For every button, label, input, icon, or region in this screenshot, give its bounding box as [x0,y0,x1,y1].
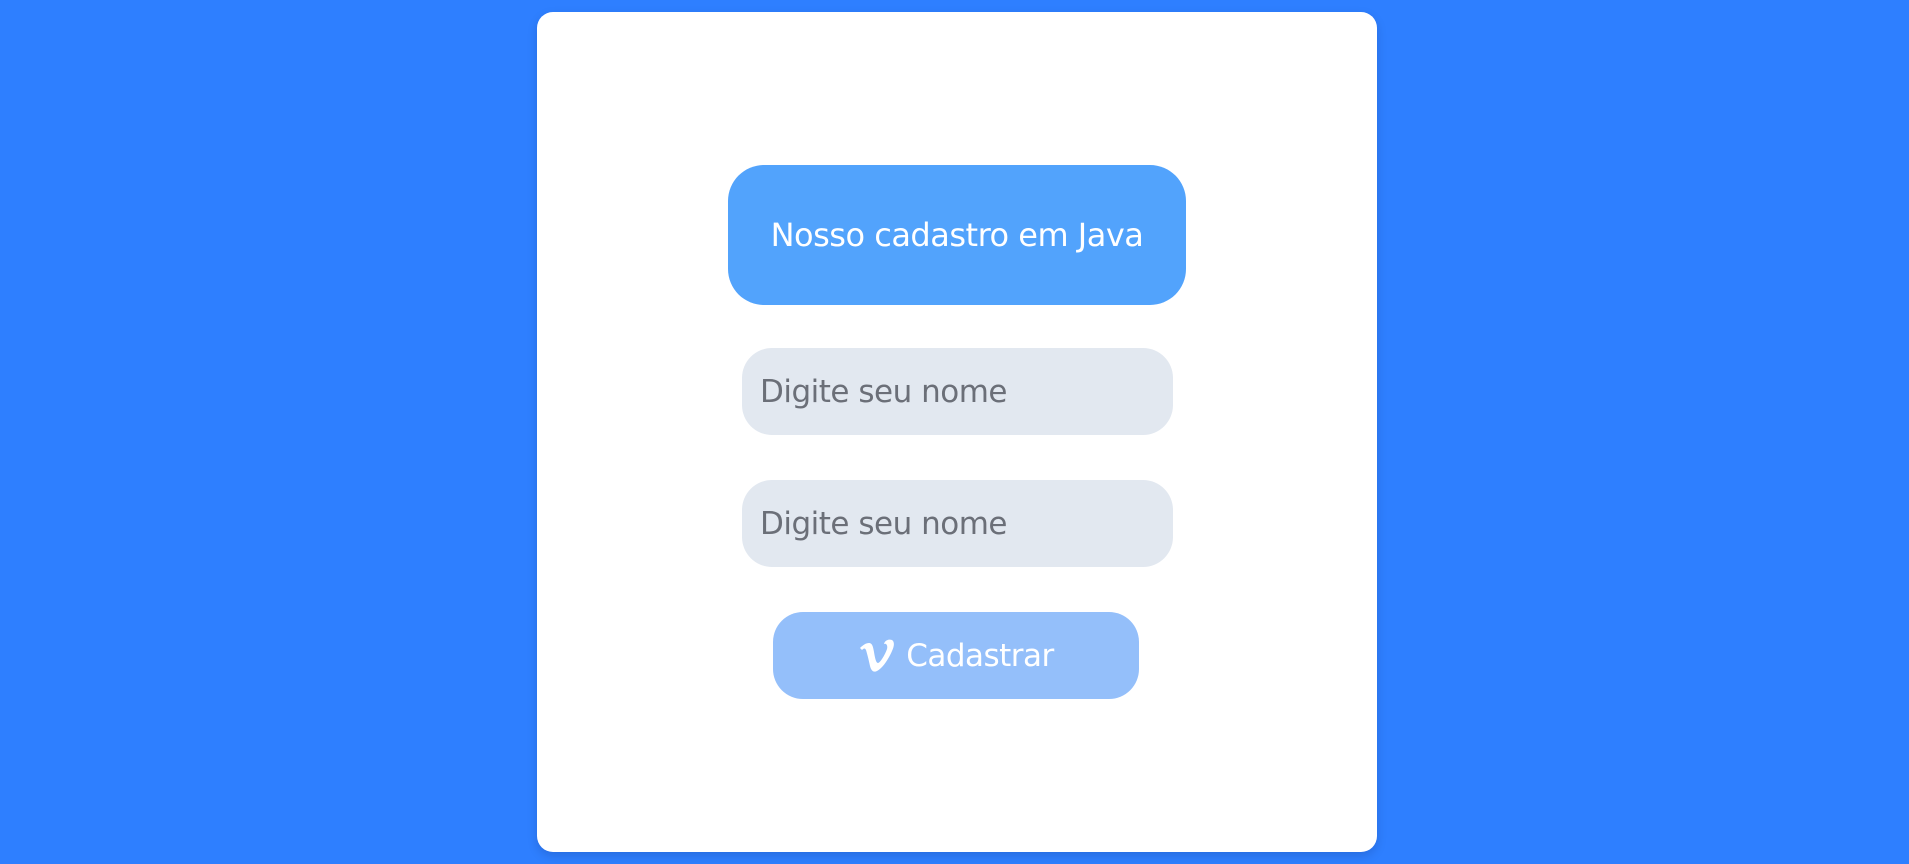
form-title: Nosso cadastro em Java [770,216,1144,254]
name-input-1[interactable] [742,348,1173,435]
vimeo-icon [858,638,896,674]
name-input-2[interactable] [742,480,1173,567]
register-button-label: Cadastrar [906,637,1054,674]
form-title-box: Nosso cadastro em Java [728,165,1186,305]
register-button[interactable]: Cadastrar [773,612,1139,699]
signup-card: Nosso cadastro em Java Cadastrar [537,12,1377,852]
